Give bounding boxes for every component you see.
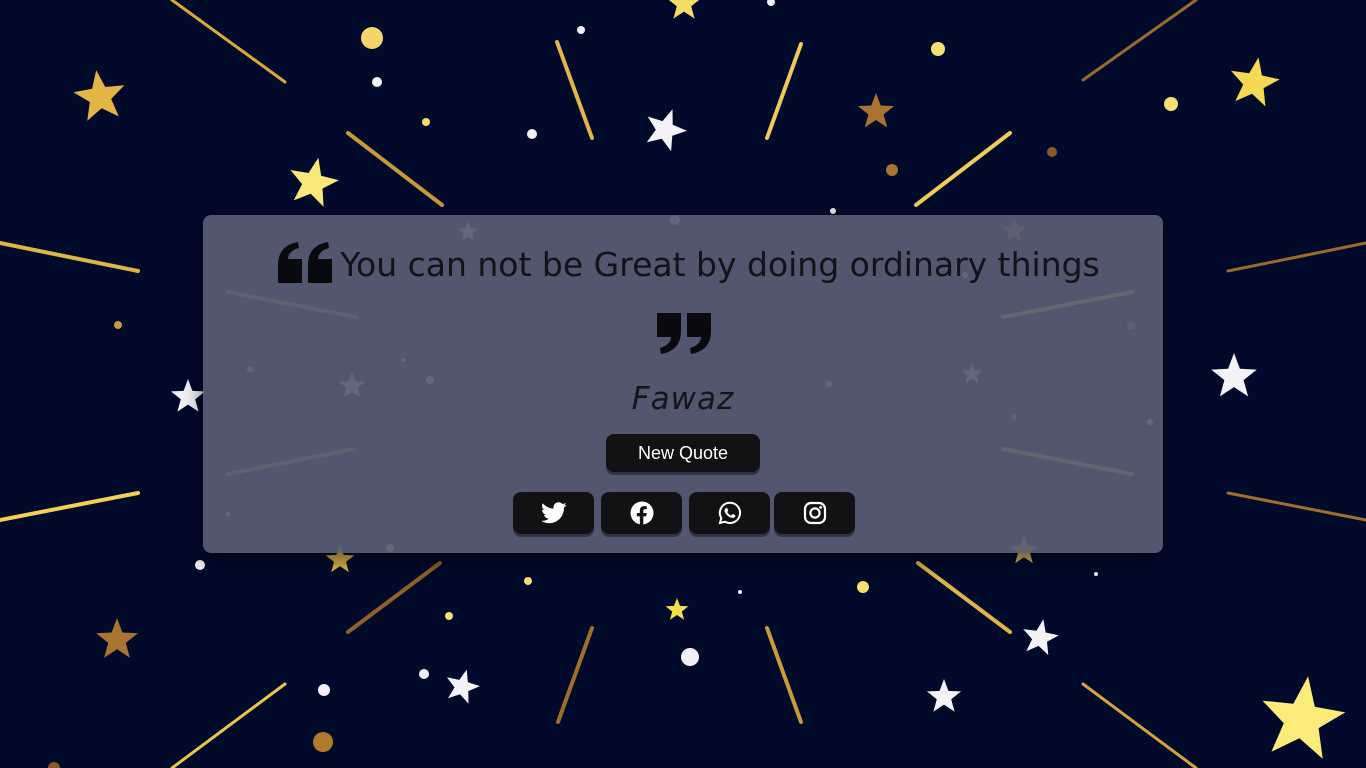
star-shape (446, 669, 480, 704)
star-shape (1231, 57, 1280, 107)
open-quote-icon (278, 242, 333, 283)
facebook-share-button[interactable] (601, 492, 682, 534)
instagram-share-button[interactable] (774, 492, 855, 534)
star-shape (73, 70, 125, 121)
star-shape (290, 157, 339, 207)
quote-card: You can not be Great by doing ordinary t… (203, 215, 1163, 553)
quote-author: Fawaz (631, 381, 735, 417)
star-shape (170, 379, 206, 412)
star-shape (668, 0, 700, 19)
star-shape (857, 93, 895, 128)
instagram-icon (803, 501, 826, 525)
new-quote-button[interactable]: New Quote (606, 434, 760, 472)
quote-text: You can not be Great by doing ordinary t… (340, 245, 1100, 284)
quote-row: You can not be Great by doing ordinary t… (243, 241, 1133, 289)
whatsapp-share-button[interactable] (689, 492, 770, 534)
star-shape (926, 679, 962, 712)
star-shape (96, 618, 138, 658)
star-shape (1211, 353, 1257, 397)
star-shape (1262, 676, 1346, 759)
star-shape (665, 598, 689, 620)
twitter-icon (540, 502, 567, 524)
close-quote-icon (657, 313, 711, 354)
star-shape (1023, 619, 1059, 656)
star-shape (646, 109, 687, 152)
whatsapp-icon (718, 501, 741, 525)
facebook-icon (630, 501, 653, 525)
twitter-share-button[interactable] (513, 492, 594, 534)
